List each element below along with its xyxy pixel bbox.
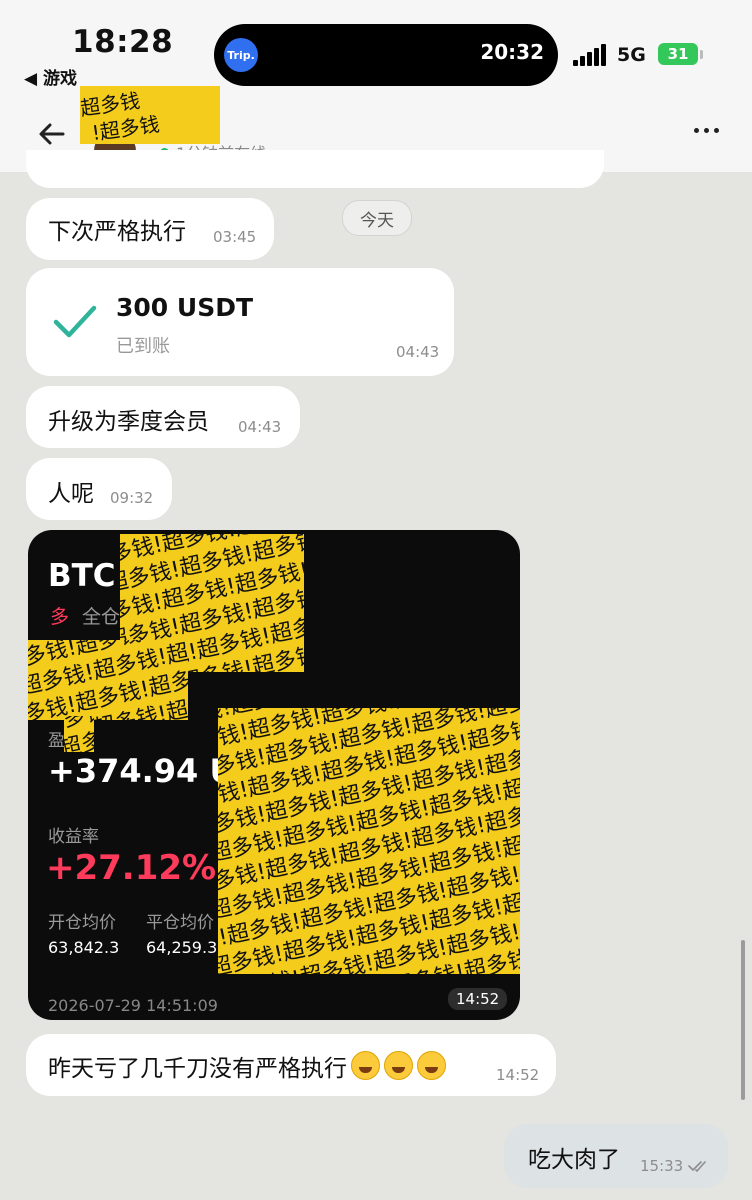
more-options-icon[interactable] — [694, 128, 722, 140]
message-time: 09:32 — [110, 489, 154, 507]
read-receipt-icon — [688, 1161, 706, 1172]
signal-icon — [573, 44, 609, 66]
censor-sticker: !超多钱!超多钱!超多钱!超多钱!超多钱!超多钱!超多钱!超多钱!超多钱!超多钱… — [28, 640, 188, 720]
message-bubble[interactable]: 昨天亏了几千刀没有严格执行 14:52 — [26, 1034, 556, 1096]
battery-icon: 31 — [658, 43, 698, 65]
message-text-content: 昨天亏了几千刀没有严格执行 — [48, 1056, 347, 1082]
payment-amount: 300 USDT — [116, 293, 253, 322]
message-bubble-previous[interactable] — [26, 150, 604, 188]
trade-timestamp: 2026-07-29 14:51:09 — [48, 996, 218, 1015]
trade-pair: BTC — [48, 558, 116, 594]
censor-sticker: !超多钱!超多钱!超多钱!超多钱!超多钱!超多钱!超多钱!超多钱!超多钱!超多钱… — [64, 716, 94, 752]
battery-level: 31 — [667, 45, 689, 63]
message-time: 14:52 — [496, 1066, 540, 1084]
tears-of-joy-emoji-icon — [417, 1051, 446, 1080]
message-time: 04:43 — [238, 418, 282, 436]
message-bubble[interactable]: 下次严格执行 03:45 — [26, 198, 274, 260]
close-price-value: 64,259.3 — [146, 938, 218, 957]
message-time: 04:43 — [396, 343, 440, 361]
censor-pattern: !超多钱!超多钱!超多钱!超多钱!超多钱!超多钱!超多钱!超多钱!超多钱!超多钱… — [64, 716, 94, 752]
close-price-label: 平仓均价 — [146, 913, 214, 933]
trip-app-icon: Trip. — [224, 38, 258, 72]
message-time: 14:52 — [448, 988, 508, 1010]
trade-margin-mode: 全仓 — [82, 606, 121, 628]
trade-side: 多 — [50, 606, 70, 628]
message-bubble[interactable]: 升级为季度会员 04:43 — [26, 386, 300, 448]
message-text: 昨天亏了几千刀没有严格执行 — [48, 1049, 446, 1083]
message-time: 15:33 — [640, 1157, 684, 1175]
message-text: 下次严格执行 — [48, 219, 186, 245]
network-type: 5G — [617, 44, 646, 66]
back-to-app-link[interactable]: ◀ 游戏 — [24, 64, 77, 89]
trade-screenshot-image[interactable]: BTC 多 全仓 盈 +374.94 US 收益率 +27.12% 开仓均价 平… — [28, 530, 520, 1020]
date-separator: 今天 — [342, 200, 412, 236]
battery-tip — [700, 50, 703, 59]
message-text: 人呢 — [48, 481, 94, 507]
message-text: 升级为季度会员 — [48, 409, 209, 435]
tears-of-joy-emoji-icon — [351, 1051, 380, 1080]
open-price-label: 开仓均价 — [48, 913, 116, 933]
censor-pattern: !超多钱 !超多钱 — [80, 88, 161, 144]
outgoing-message-bubble[interactable]: 吃大肉了 15:33 — [504, 1124, 728, 1188]
tears-of-joy-emoji-icon — [384, 1051, 413, 1080]
check-icon — [53, 305, 97, 338]
censor-sticker: !超多钱 !超多钱 — [80, 86, 220, 144]
island-timer: 20:32 — [480, 40, 544, 64]
status-bar: 18:28 ◀ 游戏 Trip. 20:32 5G 31 — [0, 0, 752, 100]
back-arrow-icon[interactable] — [36, 118, 68, 150]
clock: 18:28 — [72, 24, 174, 60]
message-text: 吃大肉了 — [528, 1147, 620, 1173]
roi-value: +27.12% — [46, 848, 217, 888]
roi-label: 收益率 — [48, 827, 99, 847]
censor-pattern: !超多钱!超多钱!超多钱!超多钱!超多钱!超多钱!超多钱!超多钱!超多钱!超多钱… — [218, 708, 520, 974]
payment-status: 已到账 — [116, 336, 170, 357]
message-bubble[interactable]: 人呢 09:32 — [26, 458, 172, 520]
message-time: 03:45 — [213, 228, 257, 246]
scrollbar[interactable] — [741, 940, 745, 1100]
pnl-label: 盈 — [48, 731, 65, 751]
open-price-value: 63,842.3 — [48, 938, 120, 957]
dynamic-island[interactable]: Trip. 20:32 — [214, 24, 558, 86]
censor-pattern: !超多钱!超多钱!超多钱!超多钱!超多钱!超多钱!超多钱!超多钱!超多钱!超多钱… — [28, 640, 188, 720]
censor-sticker: !超多钱!超多钱!超多钱!超多钱!超多钱!超多钱!超多钱!超多钱!超多钱!超多钱… — [218, 708, 520, 974]
